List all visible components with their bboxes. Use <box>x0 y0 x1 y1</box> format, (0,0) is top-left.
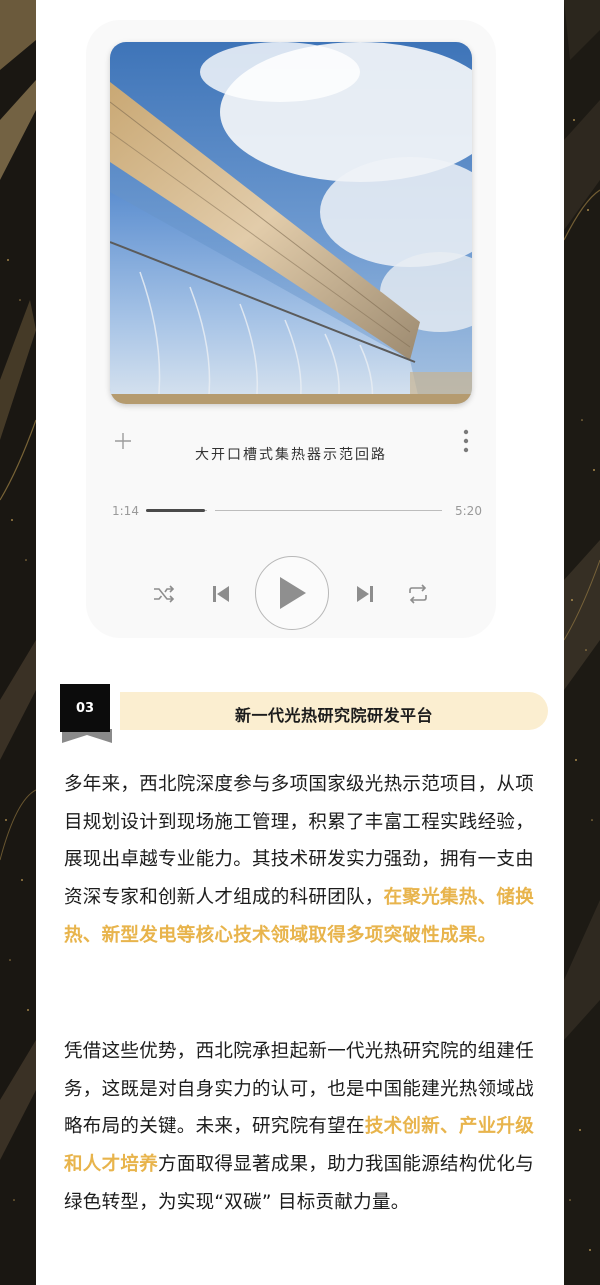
audio-player-card: 大开口槽式集热器示范回路 1:14 5:20 <box>86 20 496 638</box>
right-decorative-border <box>564 0 600 1285</box>
article-paragraph-2: 凭借这些优势，西北院承担起新一代光热研究院的组建任务，这既是对自身实力的认可，也… <box>64 1033 542 1222</box>
section-header: 新一代光热研究院研发平台 03 <box>60 684 550 746</box>
add-icon[interactable] <box>114 432 132 450</box>
left-decorative-border <box>0 0 36 1285</box>
current-time: 1:14 <box>112 504 139 518</box>
section-title-pill: 新一代光热研究院研发平台 <box>120 692 548 730</box>
article-column: 大开口槽式集热器示范回路 1:14 5:20 新一代光热研究院研发平台 03 多… <box>36 0 564 1285</box>
total-time: 5:20 <box>455 504 482 518</box>
play-button[interactable] <box>255 556 329 630</box>
shuffle-icon[interactable] <box>152 582 176 606</box>
article-paragraph-1: 多年来，西北院深度参与多项国家级光热示范项目，从项目规划设计到现场施工管理，积累… <box>64 766 542 955</box>
skip-next-icon[interactable] <box>354 582 376 606</box>
repeat-icon[interactable] <box>406 582 430 606</box>
track-title: 大开口槽式集热器示范回路 <box>195 447 387 463</box>
progress-bar[interactable] <box>146 507 442 514</box>
play-icon <box>280 577 306 609</box>
progress-fill <box>146 509 205 512</box>
section-number-badge: 03 <box>60 684 110 732</box>
skip-previous-icon[interactable] <box>210 582 232 606</box>
album-cover-image <box>110 42 472 404</box>
section-title: 新一代光热研究院研发平台 <box>234 706 433 725</box>
progress-gap <box>207 507 215 514</box>
more-vertical-icon[interactable] <box>460 428 472 454</box>
